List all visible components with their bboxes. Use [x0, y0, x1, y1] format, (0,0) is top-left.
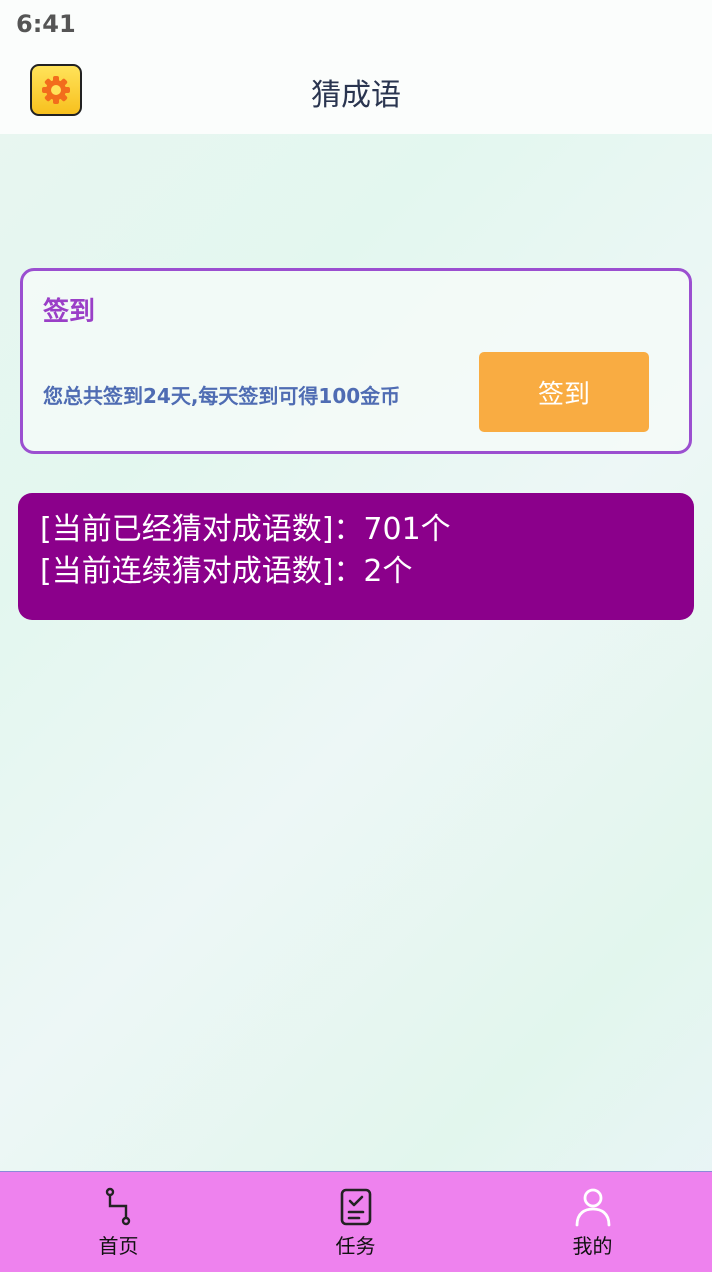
checkin-description: 您总共签到24天,每天签到可得100金币 [43, 384, 401, 408]
tab-home[interactable]: 首页 [0, 1172, 237, 1272]
tab-tasks-label: 任务 [335, 1234, 376, 1258]
status-time: 6:41 [16, 10, 76, 38]
route-icon [99, 1186, 139, 1228]
tab-tasks[interactable]: 任务 [237, 1172, 474, 1272]
app-header: 猜成语 [0, 52, 712, 134]
checkin-button[interactable]: 签到 [479, 352, 649, 432]
tab-profile[interactable]: 我的 [474, 1172, 711, 1272]
task-list-icon [336, 1186, 376, 1228]
stats-card: [当前已经猜对成语数]：701个 [当前连续猜对成语数]：2个 [18, 493, 694, 620]
checkin-card: 签到 您总共签到24天,每天签到可得100金币 签到 [20, 268, 692, 454]
checkin-title: 签到 [43, 297, 96, 327]
tab-home-label: 首页 [98, 1234, 139, 1258]
streak-count-text: [当前连续猜对成语数]：2个 [40, 554, 413, 589]
user-icon [573, 1186, 613, 1228]
bottom-tab-bar: 首页 任务 我的 [0, 1171, 712, 1272]
page-title: 猜成语 [311, 78, 401, 113]
guessed-count-text: [当前已经猜对成语数]：701个 [40, 512, 451, 547]
tab-profile-label: 我的 [572, 1234, 613, 1258]
status-bar: 6:41 [0, 0, 712, 52]
